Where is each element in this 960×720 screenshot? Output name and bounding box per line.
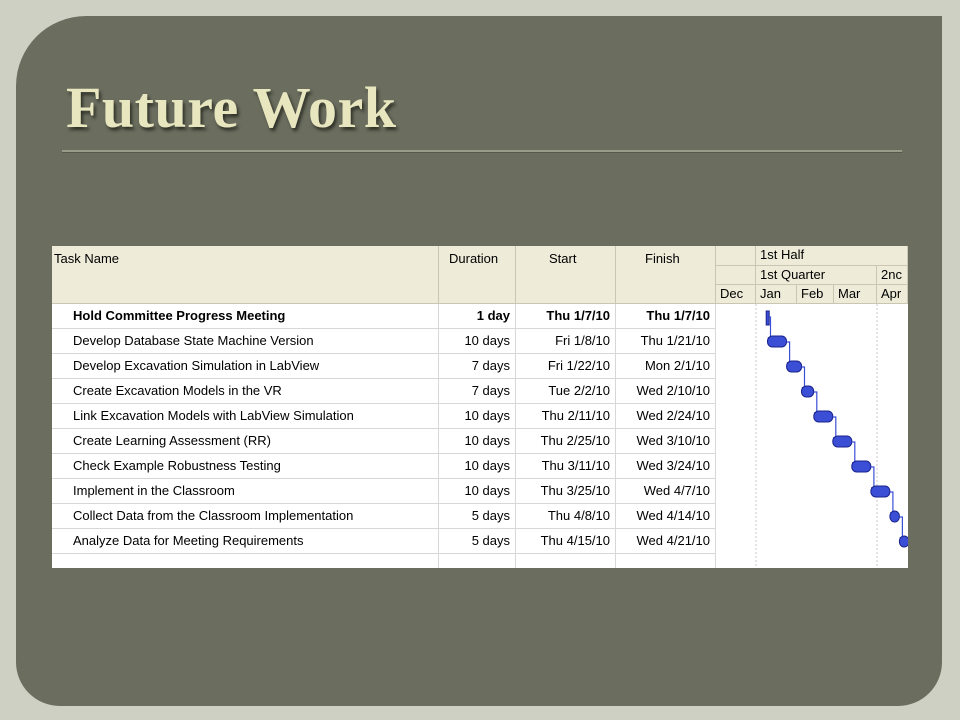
task-duration: 10 days [439, 404, 516, 428]
dependency-link [889, 491, 894, 514]
task-start: Tue 2/2/10 [516, 379, 616, 403]
timescale-quarter-2: 2nc [877, 266, 908, 285]
header-duration-label: Duration [449, 251, 499, 266]
task-duration: 10 days [439, 329, 516, 353]
timescale-month-jan: Jan [756, 285, 797, 304]
task-duration: 5 days [439, 504, 516, 528]
dependency-link [870, 466, 875, 489]
task-name: Analyze Data for Meeting Requirements [52, 529, 439, 553]
header-task-name-label: Task Name [54, 251, 120, 266]
task-name: Create Learning Assessment (RR) [52, 429, 439, 453]
task-row[interactable]: Implement in the Classroom 10 days Thu 3… [52, 479, 716, 504]
gantt-task-bar [889, 510, 900, 523]
task-finish: Thu 1/7/10 [616, 304, 716, 328]
task-finish: Mon 2/1/10 [616, 354, 716, 378]
gantt-bars [755, 304, 908, 568]
task-row[interactable]: Create Excavation Models in the VR 7 day… [52, 379, 716, 404]
gantt-task-bar [813, 410, 834, 423]
task-name: Hold Committee Progress Meeting [52, 304, 439, 328]
gantt-task-bar [767, 335, 787, 348]
task-row-empty[interactable] [52, 554, 716, 568]
task-start: Thu 2/11/10 [516, 404, 616, 428]
slide-title: Future Work [66, 75, 397, 140]
task-start: Thu 2/25/10 [516, 429, 616, 453]
task-name: Create Excavation Models in the VR [52, 379, 439, 403]
timescale-blank-2 [716, 266, 756, 285]
dependency-link [813, 391, 818, 414]
timescale-half: 1st Half [756, 246, 908, 266]
task-duration: 1 day [439, 304, 516, 328]
timescale-month-dec: Dec [716, 285, 756, 304]
task-duration: 7 days [439, 354, 516, 378]
task-name: Check Example Robustness Testing [52, 454, 439, 478]
header-start[interactable]: Start [516, 246, 616, 304]
task-duration: 7 days [439, 379, 516, 403]
task-finish: Wed 4/21/10 [616, 529, 716, 553]
header-duration[interactable]: Duration [439, 246, 516, 304]
task-start: Thu 1/7/10 [516, 304, 616, 328]
dependency-link [899, 516, 903, 539]
gantt-task-bar [786, 360, 803, 373]
task-name: Implement in the Classroom [52, 479, 439, 503]
header-finish-label: Finish [645, 251, 680, 266]
task-name: Develop Excavation Simulation in LabView [52, 354, 439, 378]
gantt-task-bar [870, 485, 891, 498]
gantt-task-bar [765, 310, 770, 326]
task-row[interactable]: Develop Database State Machine Version 1… [52, 329, 716, 354]
timescale-month-feb: Feb [797, 285, 834, 304]
task-row[interactable]: Develop Excavation Simulation in LabView… [52, 354, 716, 379]
dependency-link [801, 366, 806, 389]
task-finish: Wed 2/10/10 [616, 379, 716, 403]
task-row[interactable]: Link Excavation Models with LabView Simu… [52, 404, 716, 429]
timescale-month-apr: Apr [877, 285, 908, 304]
task-finish: Wed 4/14/10 [616, 504, 716, 528]
task-duration: 10 days [439, 479, 516, 503]
task-finish: Wed 3/10/10 [616, 429, 716, 453]
gantt-task-bar [801, 385, 815, 398]
task-name: Link Excavation Models with LabView Simu… [52, 404, 439, 428]
task-duration-empty [439, 554, 516, 568]
task-finish: Wed 4/7/10 [616, 479, 716, 503]
task-duration: 10 days [439, 454, 516, 478]
task-duration: 5 days [439, 529, 516, 553]
task-finish-empty [616, 554, 716, 568]
dependency-link [832, 416, 837, 439]
gantt-task-bar [832, 435, 853, 448]
timescale-quarter-1: 1st Quarter [756, 266, 877, 285]
dependency-link [851, 441, 856, 464]
dependency-link [786, 341, 791, 364]
task-finish: Wed 2/24/10 [616, 404, 716, 428]
gantt-table: Task Name Duration Start Finish 1st Half… [52, 246, 908, 568]
task-name: Develop Database State Machine Version [52, 329, 439, 353]
task-finish: Wed 3/24/10 [616, 454, 716, 478]
task-duration: 10 days [439, 429, 516, 453]
task-name: Collect Data from the Classroom Implemen… [52, 504, 439, 528]
task-start: Thu 4/8/10 [516, 504, 616, 528]
task-start: Fri 1/8/10 [516, 329, 616, 353]
timescale-month-mar: Mar [834, 285, 877, 304]
gantt-task-bar [898, 535, 908, 548]
task-row[interactable]: Create Learning Assessment (RR) 10 days … [52, 429, 716, 454]
timescale-blank-1 [716, 246, 756, 266]
task-start: Fri 1/22/10 [516, 354, 616, 378]
gantt-task-bar [851, 460, 872, 473]
task-row[interactable]: Collect Data from the Classroom Implemen… [52, 504, 716, 529]
header-task-name[interactable]: Task Name [52, 246, 439, 304]
task-name-empty [52, 554, 439, 568]
task-row[interactable]: Hold Committee Progress Meeting 1 day Th… [52, 304, 716, 329]
task-start-empty [516, 554, 616, 568]
task-start: Thu 3/11/10 [516, 454, 616, 478]
title-divider [62, 150, 902, 153]
task-row[interactable]: Check Example Robustness Testing 10 days… [52, 454, 716, 479]
task-start: Thu 3/25/10 [516, 479, 616, 503]
task-row[interactable]: Analyze Data for Meeting Requirements 5 … [52, 529, 716, 554]
header-finish[interactable]: Finish [616, 246, 716, 304]
gantt-chart-area [716, 304, 908, 568]
task-finish: Thu 1/21/10 [616, 329, 716, 353]
header-start-label: Start [549, 251, 577, 266]
task-start: Thu 4/15/10 [516, 529, 616, 553]
